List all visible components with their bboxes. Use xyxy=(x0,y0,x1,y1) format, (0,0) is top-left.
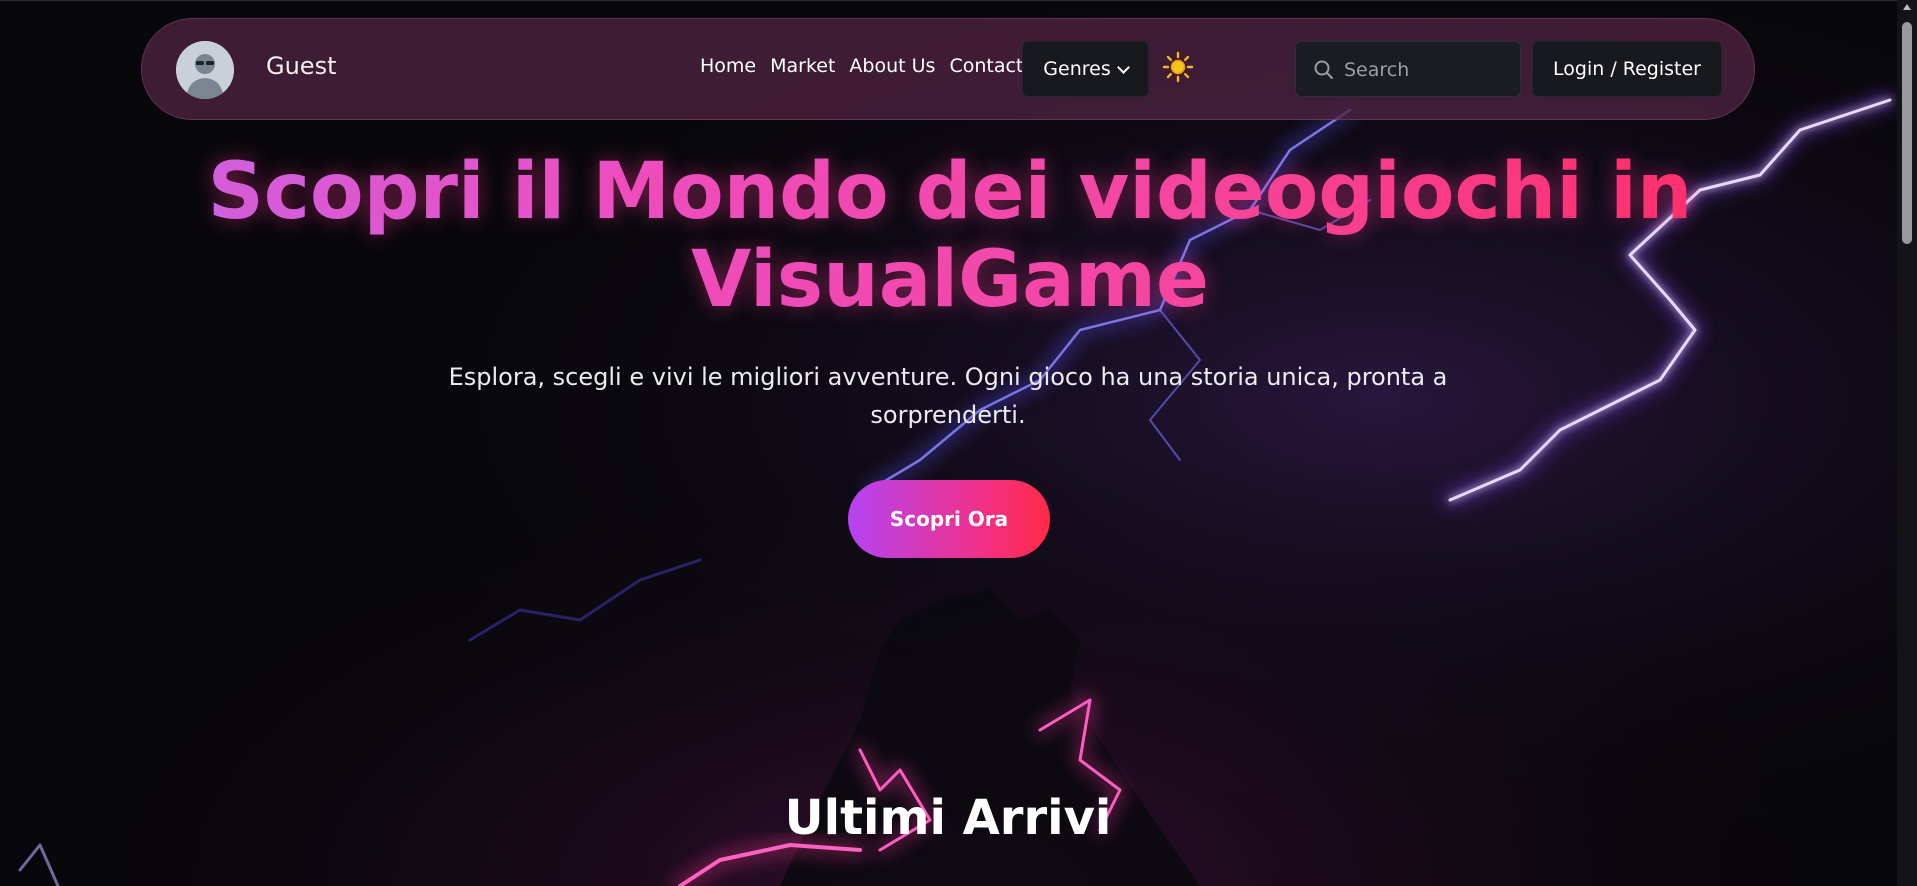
hero-title: Scopri il Mondo dei videogiochi in Visua… xyxy=(200,148,1700,324)
scroll-up-arrow-icon[interactable] xyxy=(1903,4,1911,10)
chevron-down-icon xyxy=(1116,60,1130,74)
nav-link-home[interactable]: Home xyxy=(700,55,756,77)
scrollbar-thumb[interactable] xyxy=(1902,22,1912,244)
hero-background-image xyxy=(0,0,1917,886)
avatar-icon xyxy=(176,41,234,99)
nav-link-about-us[interactable]: About Us xyxy=(849,55,935,77)
scopri-ora-button[interactable]: Scopri Ora xyxy=(848,480,1050,558)
genres-dropdown-button[interactable]: Genres xyxy=(1022,41,1149,97)
username-label: Guest xyxy=(266,52,337,80)
login-register-button[interactable]: Login / Register xyxy=(1532,41,1722,97)
hero-subtitle: Esplora, scegli e vivi le migliori avven… xyxy=(448,363,1448,429)
search-icon xyxy=(1314,60,1333,79)
user-avatar[interactable] xyxy=(176,41,234,99)
nav-link-market[interactable]: Market xyxy=(770,55,835,77)
search-input[interactable] xyxy=(1342,52,1511,88)
search-box xyxy=(1295,41,1521,97)
latest-arrivals-heading: Ultimi Arrivi xyxy=(784,790,1112,846)
sun-icon[interactable] xyxy=(1162,51,1194,83)
page-scrollbar[interactable] xyxy=(1897,0,1917,886)
nav-links: Home Market About Us Contact xyxy=(700,55,1023,77)
genres-label: Genres xyxy=(1043,58,1111,80)
nav-link-contact[interactable]: Contact xyxy=(949,55,1023,77)
window-top-border xyxy=(0,0,1917,1)
top-navbar: Guest Home Market About Us Contact Genre… xyxy=(141,18,1755,120)
